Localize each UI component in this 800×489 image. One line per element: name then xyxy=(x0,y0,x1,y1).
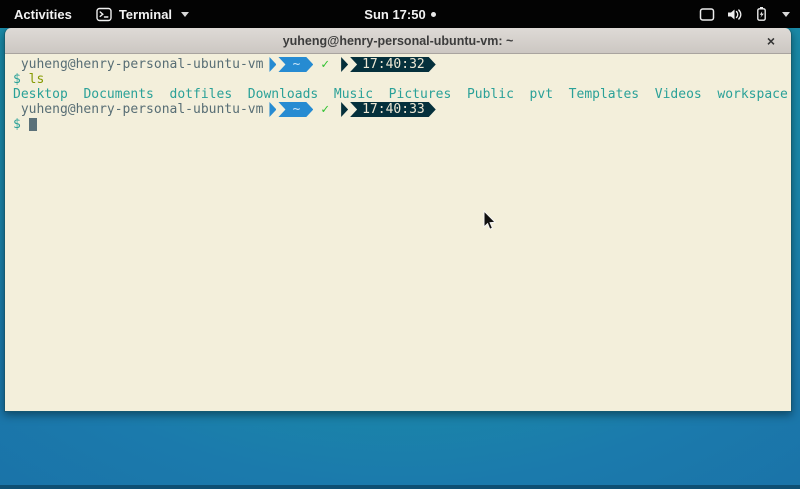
screen-icon xyxy=(699,7,715,22)
prompt-time: 17:40:32 xyxy=(350,57,436,72)
directory-entry: Music xyxy=(334,87,373,102)
command-text: ls xyxy=(29,72,45,87)
activities-button[interactable]: Activities xyxy=(0,0,86,28)
desktop: Activities Terminal Sun 17:50 xyxy=(0,0,800,489)
powerline-chevron-icon xyxy=(341,102,348,117)
directory-entry: Downloads xyxy=(248,87,318,102)
app-menu-label: Terminal xyxy=(119,7,172,22)
terminal-content[interactable]: yuheng@henry-personal-ubuntu-vm ~ ✓ 17:4… xyxy=(5,54,791,411)
input-line[interactable]: $ xyxy=(13,117,791,132)
prompt-symbol: $ xyxy=(13,72,21,87)
directory-entry: Documents xyxy=(83,87,153,102)
prompt-path: ~ xyxy=(278,57,313,72)
status-check-icon: ✓ xyxy=(321,57,329,72)
prompt-time: 17:40:33 xyxy=(350,102,436,117)
terminal-window: yuheng@henry-personal-ubuntu-vm: ~ × yuh… xyxy=(4,28,792,412)
app-menu-button[interactable]: Terminal xyxy=(86,0,199,28)
directory-entry: dotfiles xyxy=(170,87,233,102)
prompt-line: yuheng@henry-personal-ubuntu-vm ~ ✓ 17:4… xyxy=(13,57,791,72)
powerline-path-segment: ~ xyxy=(269,57,313,72)
ls-output-line: Desktop Documents dotfiles Downloads Mus… xyxy=(13,87,791,102)
system-status-area[interactable] xyxy=(699,0,800,28)
notification-dot-icon xyxy=(431,12,436,17)
directory-entry: pvt xyxy=(530,87,553,102)
prompt-path: ~ xyxy=(278,102,313,117)
volume-icon xyxy=(726,7,743,22)
terminal-app-icon xyxy=(96,7,112,22)
directory-entry: Desktop xyxy=(13,87,68,102)
window-titlebar[interactable]: yuheng@henry-personal-ubuntu-vm: ~ × xyxy=(5,28,791,54)
status-check-icon: ✓ xyxy=(321,102,329,117)
powerline-time-segment: 17:40:32 xyxy=(341,57,436,72)
window-title: yuheng@henry-personal-ubuntu-vm: ~ xyxy=(283,34,514,48)
directory-entry: workspace xyxy=(717,87,787,102)
clock-label: Sun 17:50 xyxy=(364,7,425,22)
prompt-line: yuheng@henry-personal-ubuntu-vm ~ ✓ 17:4… xyxy=(13,102,791,117)
powerline-chevron-icon xyxy=(269,57,276,72)
directory-entry: Pictures xyxy=(389,87,452,102)
powerline-chevron-icon xyxy=(341,57,348,72)
prompt-user: yuheng@henry-personal-ubuntu-vm xyxy=(21,57,264,72)
battery-charging-icon xyxy=(754,6,769,22)
top-bar: Activities Terminal Sun 17:50 xyxy=(0,0,800,28)
close-icon[interactable]: × xyxy=(767,28,775,54)
powerline-chevron-icon xyxy=(269,102,276,117)
prompt-user: yuheng@henry-personal-ubuntu-vm xyxy=(21,102,264,117)
prompt-symbol: $ xyxy=(13,117,21,132)
directory-entry: Public xyxy=(467,87,514,102)
powerline-time-segment: 17:40:33 xyxy=(341,102,436,117)
powerline-path-segment: ~ xyxy=(269,102,313,117)
directory-entry: Templates xyxy=(569,87,639,102)
chevron-down-icon xyxy=(181,12,189,17)
chevron-down-icon xyxy=(782,12,790,17)
command-line: $ ls xyxy=(13,72,791,87)
terminal-cursor xyxy=(29,118,37,131)
directory-entry: Videos xyxy=(655,87,702,102)
